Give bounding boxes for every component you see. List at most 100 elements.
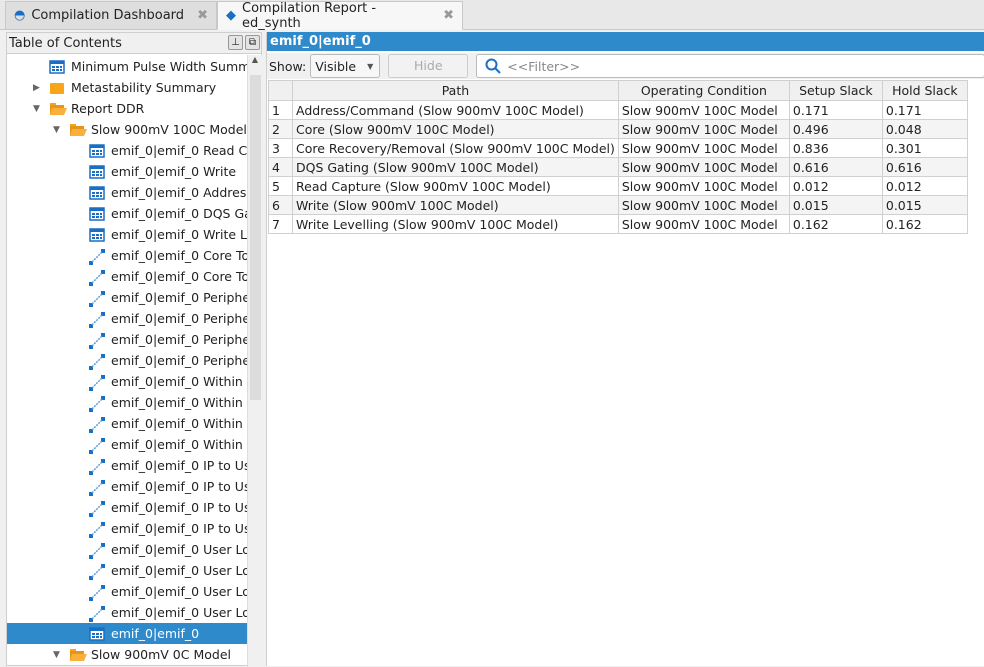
report-panel: emif_0|emif_0 Show: Visible ▼ Hide <<Filt… [266, 32, 984, 666]
table-cell: 4 [268, 157, 293, 177]
tree-item-label: emif_0|emif_0 User Log [111, 584, 247, 599]
timing-path-icon [89, 500, 105, 517]
table-cell: Core (Slow 900mV 100C Model) [292, 119, 619, 139]
tree-item[interactable]: emif_0|emif_0 Write [7, 161, 247, 182]
timing-path-icon [89, 437, 105, 454]
collapse-arrow-icon[interactable]: ▼ [53, 650, 60, 660]
table-icon [89, 185, 105, 200]
tree-item-label: emif_0|emif_0 IP to Use [111, 458, 247, 473]
tree-item[interactable]: emif_0|emif_0 Core To [7, 245, 247, 266]
scrollbar[interactable]: ▲ [247, 55, 262, 667]
tab-compilation-report[interactable]: ◆ Compilation Report - ed_synth ✖ [217, 1, 463, 31]
tree-item[interactable]: ▼ Slow 900mV 100C Model [7, 119, 247, 140]
tree-item-label: emif_0|emif_0 Core To [111, 269, 247, 284]
show-label: Show: [269, 58, 307, 74]
tree-item[interactable]: emif_0|emif_0 IP to Use [7, 455, 247, 476]
tree-item[interactable]: emif_0|emif_0 User Log [7, 602, 247, 623]
column-header[interactable] [268, 80, 293, 101]
table-cell: Slow 900mV 100C Model [617, 157, 790, 177]
timing-path-icon [89, 584, 105, 601]
tree-item[interactable]: emif_0|emif_0 IP to Use [7, 518, 247, 539]
tree-item[interactable]: ▼ Report DDR [7, 98, 247, 119]
tree-item[interactable]: emif_0|emif_0 [7, 623, 247, 644]
tree-item[interactable]: emif_0|emif_0 DQS Gat [7, 203, 247, 224]
column-header[interactable]: Operating Condition [617, 80, 790, 101]
toc-tree: Minimum Pulse Width Summa ▶ Metastability … [7, 55, 247, 667]
folder-icon [49, 81, 65, 95]
tree-item[interactable]: emif_0|emif_0 Core To [7, 266, 247, 287]
table-row[interactable]: 2 Core (Slow 900mV 100C Model) Slow 900mV … [268, 119, 968, 139]
table-cell: 0.015 [881, 195, 968, 215]
timing-path-icon [89, 416, 105, 433]
tree-item-label: Slow 900mV 0C Model [91, 647, 231, 662]
table-icon [89, 227, 105, 242]
tree-item[interactable]: emif_0|emif_0 IP to Use [7, 497, 247, 518]
report-icon: ◆ [226, 8, 236, 23]
tree-item[interactable]: emif_0|emif_0 Peripher [7, 350, 247, 371]
tree-item-label: emif_0|emif_0 [111, 626, 200, 641]
timing-path-icon [89, 269, 105, 286]
tree-item[interactable]: emif_0|emif_0 Peripher [7, 287, 247, 308]
timing-path-icon [89, 542, 105, 559]
column-header[interactable]: Setup Slack [788, 80, 883, 101]
tree-item[interactable]: emif_0|emif_0 User Log [7, 560, 247, 581]
table-row[interactable]: 4 DQS Gating (Slow 900mV 100C Model) Slow … [268, 157, 968, 177]
tree-item-label: emif_0|emif_0 User Log [111, 563, 247, 578]
tree-item[interactable]: emif_0|emif_0 User Log [7, 581, 247, 602]
chevron-down-icon: ▼ [367, 61, 374, 71]
tree-item[interactable]: emif_0|emif_0 Within C [7, 371, 247, 392]
column-header[interactable]: Hold Slack [881, 80, 968, 101]
tab-label: Compilation Dashboard [31, 8, 185, 23]
table-icon [49, 59, 65, 74]
tree-item-label: emif_0|emif_0 Write Le [111, 227, 247, 242]
tree-item[interactable]: emif_0|emif_0 Peripher [7, 308, 247, 329]
tree-item[interactable]: emif_0|emif_0 Within C [7, 413, 247, 434]
tree-item[interactable]: emif_0|emif_0 IP to Use [7, 476, 247, 497]
table-cell: 0.048 [881, 119, 968, 139]
close-icon[interactable]: ✖ [197, 8, 208, 23]
tree-item[interactable]: Minimum Pulse Width Summa [7, 56, 247, 77]
table-icon [89, 164, 105, 179]
tree-item[interactable]: ▼ Slow 900mV 0C Model [7, 644, 247, 665]
scrollbar-thumb[interactable] [250, 75, 261, 400]
tree-item-label: emif_0|emif_0 Read Ca [111, 143, 247, 158]
tree-item-label: emif_0|emif_0 Within C [111, 416, 247, 431]
tree-item-label: emif_0|emif_0 IP to Use [111, 500, 247, 515]
table-row[interactable]: 1 Address/Command (Slow 900mV 100C Model)… [268, 100, 968, 120]
collapse-arrow-icon[interactable]: ▼ [53, 125, 60, 135]
pin-icon[interactable]: ⊥ [228, 35, 243, 50]
table-cell: Write Levelling (Slow 900mV 100C Model) [292, 214, 619, 234]
tree-item[interactable]: emif_0|emif_0 Write Le [7, 224, 247, 245]
tree-item-label: emif_0|emif_0 Peripher [111, 311, 247, 326]
tree-item[interactable]: emif_0|emif_0 Read Ca [7, 140, 247, 161]
tree-item[interactable]: emif_0|emif_0 Peripher [7, 329, 247, 350]
close-icon[interactable]: ✖ [443, 8, 454, 23]
panel-title: Table of Contents [9, 35, 122, 51]
column-header[interactable]: Path [292, 80, 619, 101]
table-row[interactable]: 3 Core Recovery/Removal (Slow 900mV 100C … [268, 138, 968, 158]
tree-item[interactable]: emif_0|emif_0 User Log [7, 539, 247, 560]
tree-item[interactable]: ▶ Metastability Summary [7, 77, 247, 98]
tree-item[interactable]: emif_0|emif_0 Within C [7, 434, 247, 455]
table-cell: 0.162 [788, 214, 883, 234]
float-icon[interactable]: ⧉ [245, 35, 260, 50]
table-cell: 0.496 [788, 119, 883, 139]
tab-compilation-dashboard[interactable]: ◓ Compilation Dashboard ✖ [5, 1, 217, 30]
table-cell: 0.012 [881, 176, 968, 196]
table-row[interactable]: 7 Write Levelling (Slow 900mV 100C Model)… [268, 214, 968, 234]
table-row[interactable]: 6 Write (Slow 900mV 100C Model) Slow 900mV… [268, 195, 968, 215]
filter-input[interactable]: <<Filter>> [476, 54, 984, 78]
tree-item[interactable]: emif_0|emif_0 Within C [7, 392, 247, 413]
table-cell: 0.171 [788, 100, 883, 120]
expand-arrow-icon[interactable]: ▶ [33, 83, 40, 93]
hide-button[interactable]: Hide [388, 54, 469, 78]
show-select[interactable]: Visible ▼ [310, 54, 381, 78]
tree-item-label: emif_0|emif_0 Peripher [111, 353, 247, 368]
table-cell: 0.836 [788, 138, 883, 158]
table-cell: 3 [268, 138, 293, 158]
table-cell: Slow 900mV 100C Model [617, 195, 790, 215]
table-icon [89, 626, 105, 641]
collapse-arrow-icon[interactable]: ▼ [33, 104, 40, 114]
tree-item[interactable]: emif_0|emif_0 Address [7, 182, 247, 203]
table-row[interactable]: 5 Read Capture (Slow 900mV 100C Model) Slo… [268, 176, 968, 196]
